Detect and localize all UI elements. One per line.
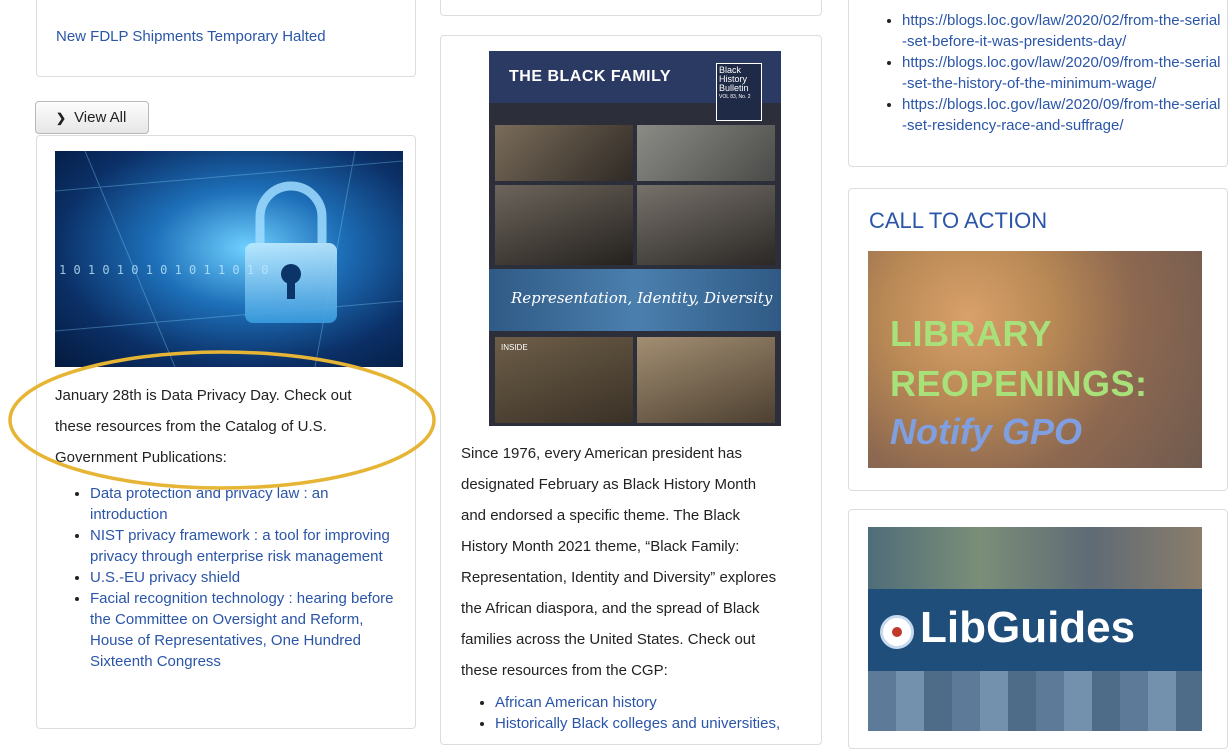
list-item: U.S.-EU privacy shield (90, 567, 402, 588)
blog-link[interactable]: https://blogs.loc.gov/law/2020/09/from-t… (902, 96, 1221, 134)
list-item: African American history (495, 692, 835, 713)
comic-strip (868, 527, 1202, 589)
poster-title: THE BLACK FAMILY (509, 68, 672, 85)
library-reopenings-banner[interactable]: LIBRARY REOPENINGS: Notify GPO (868, 251, 1202, 468)
list-item: NIST privacy framework : a tool for impr… (90, 525, 402, 567)
top-panel-fragment (440, 0, 822, 16)
libguides-banner[interactable]: LibGuides (868, 527, 1202, 731)
photo (637, 185, 775, 265)
resource-link[interactable]: African American history (495, 694, 657, 711)
black-history-list: African American history Historically Bl… (477, 692, 835, 734)
cta-line: Notify GPO (890, 411, 1083, 452)
list-item: https://blogs.loc.gov/law/2020/09/from-t… (902, 94, 1224, 136)
cta-heading: CALL TO ACTION (869, 208, 1048, 233)
paragraph-line: families across the United States. Check… (461, 631, 756, 648)
view-all-button[interactable]: ❯ View All (35, 101, 149, 134)
list-item: Facial recognition technology : hearing … (90, 588, 402, 672)
view-all-label: View All (74, 109, 127, 126)
paragraph-line: these resources from the CGP: (461, 662, 668, 679)
news-panel: New FDLP Shipments Temporary Halted (36, 0, 416, 77)
black-history-paragraph: Since 1976, every American president has… (461, 438, 811, 686)
photo (495, 125, 633, 181)
cta-line: REOPENINGS: (890, 363, 1148, 404)
paragraph-line: and endorsed a specific theme. The Black (461, 507, 741, 524)
photo (495, 185, 633, 265)
list-item: https://blogs.loc.gov/law/2020/09/from-t… (902, 52, 1224, 94)
blog-link[interactable]: https://blogs.loc.gov/law/2020/02/from-t… (902, 12, 1221, 50)
badge-line: Bulletin (719, 83, 749, 93)
paragraph-line: History Month 2021 theme, “Black Family: (461, 538, 740, 555)
poster-inside-label: INSIDE (501, 343, 528, 352)
binary-text: 1 0 1 0 1 0 1 0 1 0 1 1 0 1 0 (59, 263, 269, 277)
highlight-ellipse (8, 350, 436, 490)
pixel-pattern (868, 671, 1202, 731)
data-privacy-image: 1 0 1 0 1 0 1 0 1 0 1 1 0 1 0 (55, 151, 403, 367)
poster-script: Representation, Identity, Diversity (511, 289, 773, 307)
cta-line: LIBRARY (890, 313, 1053, 354)
blog-link[interactable]: https://blogs.loc.gov/law/2020/09/from-t… (902, 54, 1221, 92)
resource-link[interactable]: Facial recognition technology : hearing … (90, 590, 394, 670)
paragraph-line: the African diaspora, and the spread of … (461, 600, 760, 617)
libguides-logo-icon (880, 615, 914, 649)
black-family-poster: THE BLACK FAMILY Black History Bulletin … (489, 51, 781, 426)
libguides-text: LibGuides (920, 603, 1136, 652)
paragraph-line: Representation, Identity and Diversity” … (461, 569, 777, 586)
photo (637, 337, 775, 423)
news-link[interactable]: New FDLP Shipments Temporary Halted (56, 28, 326, 45)
paragraph-line: Since 1976, every American president has (461, 445, 742, 462)
resource-link[interactable]: U.S.-EU privacy shield (90, 569, 240, 586)
lock-illustration (55, 151, 403, 367)
photo (637, 125, 775, 181)
list-item: https://blogs.loc.gov/law/2020/02/from-t… (902, 10, 1224, 52)
privacy-resource-list: Data protection and privacy law : an int… (72, 483, 402, 672)
bulletin-badge: Black History Bulletin VOL 83, No. 2 (716, 63, 762, 121)
blog-link-list: https://blogs.loc.gov/law/2020/02/from-t… (884, 10, 1224, 136)
resource-link[interactable]: NIST privacy framework : a tool for impr… (90, 527, 390, 565)
resource-link[interactable]: Historically Black colleges and universi… (495, 715, 780, 732)
chevron-right-icon: ❯ (56, 110, 67, 125)
paragraph-line: designated February as Black History Mon… (461, 476, 757, 493)
badge-vol: VOL 83, No. 2 (719, 94, 751, 100)
